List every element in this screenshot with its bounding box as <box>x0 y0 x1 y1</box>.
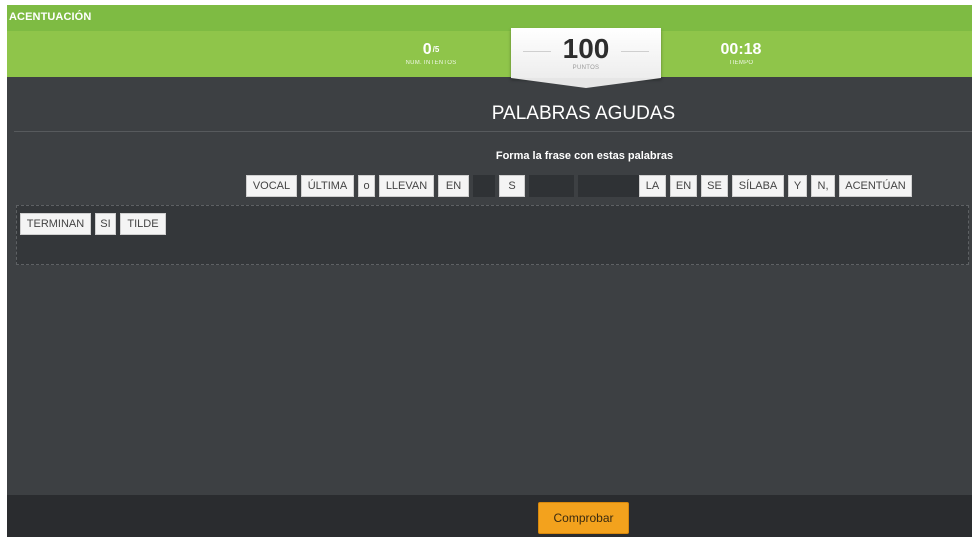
attempts-label: NUM. INTENTOS <box>405 60 457 66</box>
answer-word-chip[interactable]: TERMINAN <box>20 213 91 235</box>
word-chip[interactable]: SE <box>701 175 728 197</box>
word-chip[interactable]: LA <box>639 175 666 197</box>
timer: 00:18 TIEMPO <box>701 41 781 66</box>
word-chip[interactable]: VOCAL <box>246 175 297 197</box>
instructions-text: Forma la frase con estas palabras <box>495 150 674 162</box>
scoreboard: 0/5 NUM. INTENTOS 00:18 TIEMPO <box>7 31 972 77</box>
attempts-counter: 0/5 NUM. INTENTOS <box>391 41 471 66</box>
answer-drop-zone[interactable]: TERMINAN SI TILDE <box>16 205 969 265</box>
word-chip[interactable]: ÚLTIMA <box>301 175 354 197</box>
exercise-title: PALABRAS AGUDAS <box>491 103 676 124</box>
word-chip[interactable]: LLEVAN <box>379 175 434 197</box>
attempts-value: 0 <box>422 41 432 58</box>
points-value: 100 <box>562 33 610 64</box>
attempts-total: /5 <box>432 45 440 54</box>
word-chip[interactable]: EN <box>670 175 697 197</box>
points-label: PUNTOS <box>572 65 600 71</box>
word-chip[interactable]: EN <box>438 175 469 197</box>
empty-word-slot[interactable] <box>529 175 574 197</box>
empty-word-slot[interactable] <box>473 175 495 197</box>
word-chip[interactable]: SÍLABA <box>732 175 784 197</box>
time-value: 00:18 <box>720 41 762 58</box>
title-bar: ACENTUACIÓN <box>7 5 972 31</box>
points-card: 100 PUNTOS <box>511 28 661 88</box>
time-label: TIEMPO <box>728 60 754 66</box>
word-chip[interactable]: o <box>358 175 375 197</box>
divider <box>14 131 972 132</box>
word-chip[interactable]: Y <box>788 175 807 197</box>
check-button[interactable]: Comprobar <box>538 502 629 534</box>
word-chip[interactable]: N, <box>811 175 835 197</box>
footer-bar <box>7 495 972 537</box>
app-title: ACENTUACIÓN <box>9 11 92 23</box>
answer-word-chip[interactable]: SI <box>95 213 116 235</box>
answer-word-chip[interactable]: TILDE <box>120 213 166 235</box>
exercise-window: ACENTUACIÓN 0/5 NUM. INTENTOS 00:18 TIEM… <box>7 5 972 537</box>
word-chip[interactable]: ACENTÚAN <box>839 175 912 197</box>
word-chip[interactable]: S <box>499 175 525 197</box>
